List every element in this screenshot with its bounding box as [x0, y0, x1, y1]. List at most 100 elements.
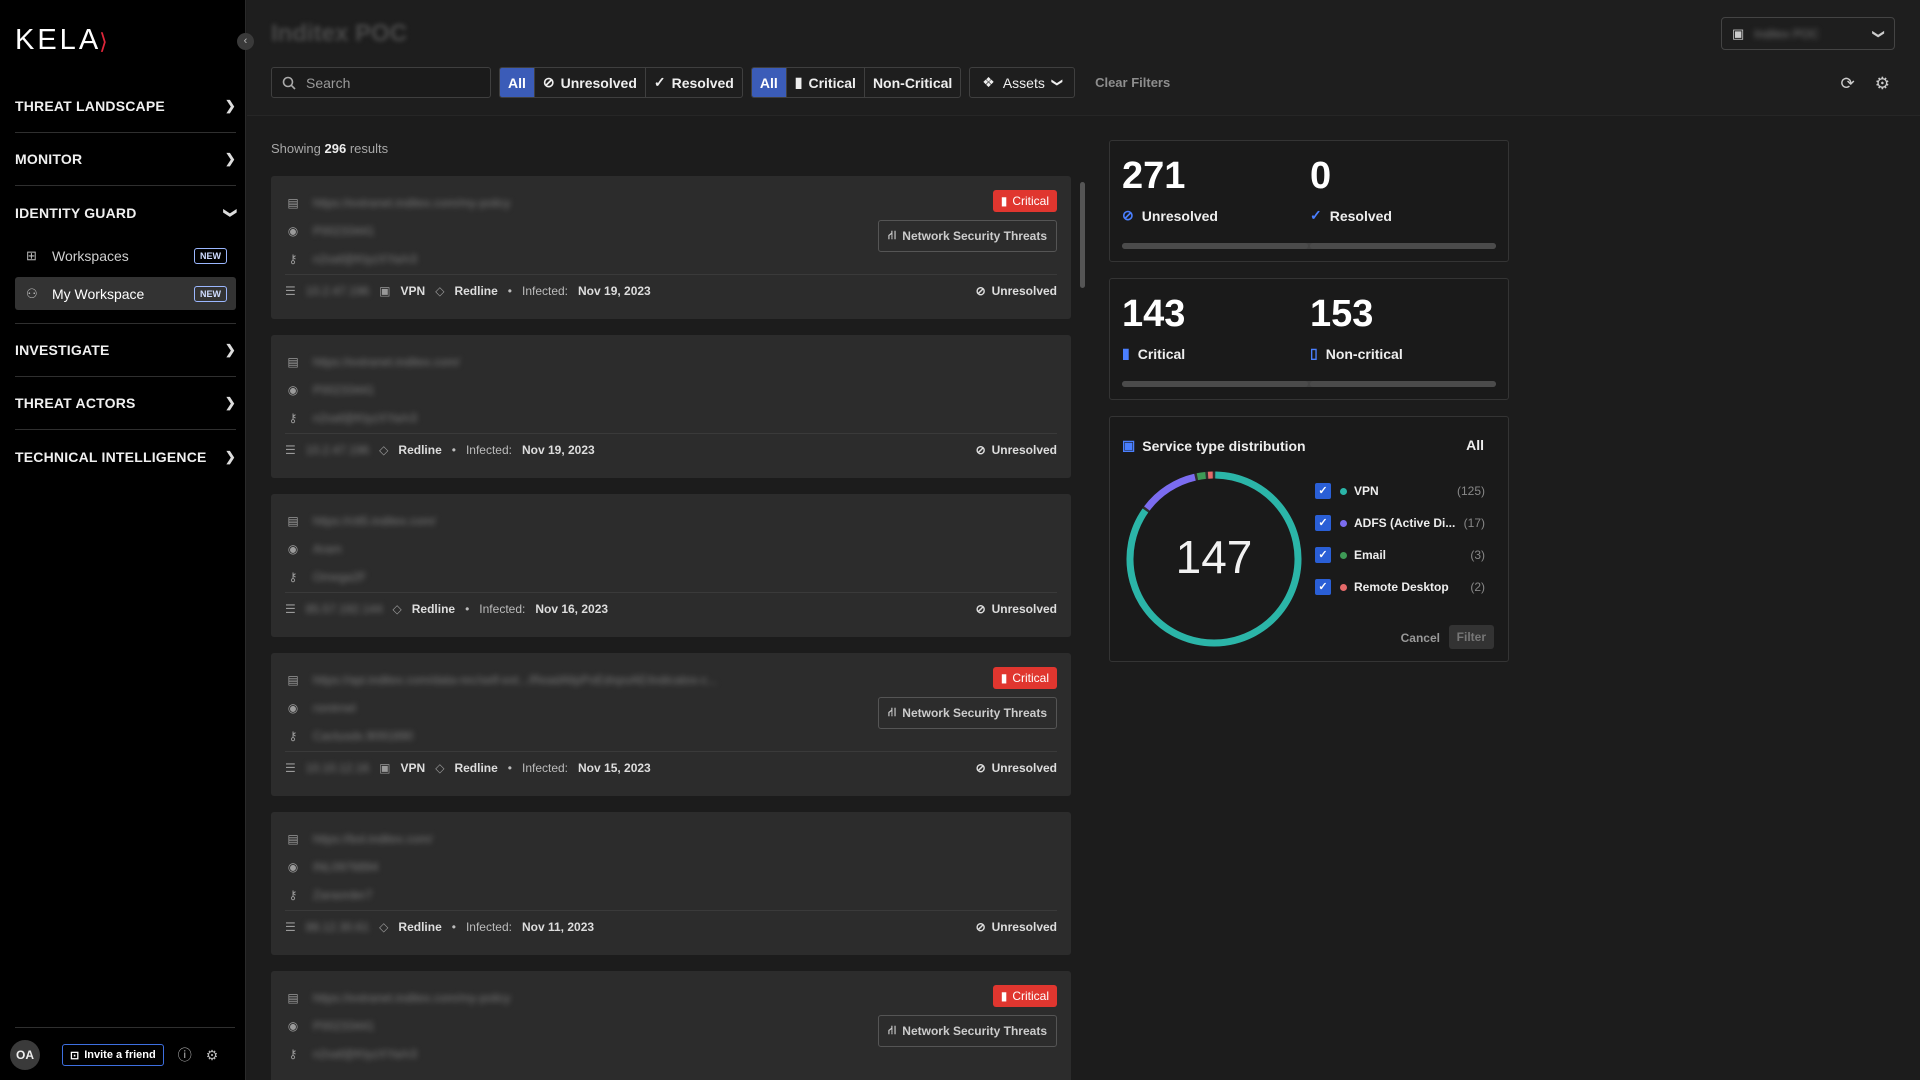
refresh-icon[interactable]: ⟳ — [1841, 74, 1855, 94]
workspace-select[interactable]: ▣ Inditex POC ❯ — [1721, 17, 1895, 50]
legend-item[interactable]: ✓ VPN (125) — [1315, 475, 1485, 507]
sidebar-nav: THREAT LANDSCAPE ❯ MONITOR ❯ IDENTITY GUAR… — [15, 80, 239, 483]
nav-identity-guard[interactable]: IDENTITY GUARD ❯ — [15, 186, 239, 239]
password-value: Cactusdx.9091890 — [313, 729, 414, 743]
search-field[interactable] — [271, 67, 491, 98]
leak-list: ▤ https://extranet.inditex.com/my-policy ◉… — [271, 176, 1071, 1080]
checkbox[interactable]: ✓ — [1315, 547, 1331, 563]
severity-noncritical-button[interactable]: Non-Critical — [865, 68, 960, 97]
legend-item[interactable]: ✓ ADFS (Active Di... (17) — [1315, 507, 1485, 539]
clear-filters-button[interactable]: Clear Filters — [1095, 75, 1170, 90]
threat-tag[interactable]: ⛙ Network Security Threats — [877, 1015, 1057, 1047]
url-row: ▤ https://api.inditex.com/data-rec/self-e… — [285, 666, 1057, 694]
donut-segment-1[interactable] — [1144, 473, 1196, 511]
nav-threat-actors[interactable]: THREAT ACTORS ❯ — [15, 377, 236, 430]
leak-card[interactable]: ▤ https://extranet.inditex.com/ ◉ P00233441… — [271, 335, 1071, 478]
severity-stats-panel: 143 ▮ Critical 153 ▯ Non-critical — [1109, 278, 1509, 400]
stealer-value: Redline — [398, 443, 442, 457]
service-all-toggle[interactable]: All — [1466, 437, 1484, 453]
leak-card[interactable]: ▤ https://bol.inditex.com/ ◉ INL0976894 ⚷ Zar… — [271, 812, 1071, 955]
invite-friend-button[interactable]: ⊡ Invite a friend — [62, 1044, 164, 1066]
status-unresolved-button[interactable]: ⊘ Unresolved — [535, 68, 646, 97]
chevron-right-icon: ❯ — [224, 342, 236, 357]
kela-logo[interactable]: KELA⟩ — [15, 24, 111, 57]
username-value: P00233441 — [313, 1019, 375, 1033]
new-badge: NEW — [194, 247, 227, 264]
status-label[interactable]: ⊘ Unresolved — [976, 602, 1057, 616]
stealer-value: Redline — [454, 761, 498, 775]
card-meta: ☰ 88.12.30.61 ◇ Redline • Infected: Nov 11, 20… — [285, 920, 1057, 934]
infected-label: Infected: — [479, 602, 526, 616]
url-row: ▤ https://extranet.inditex.com/my-policy — [285, 984, 1057, 1012]
status-all-button[interactable]: All — [500, 68, 535, 97]
user-icon: ◉ — [287, 542, 299, 556]
severity-all-button[interactable]: All — [751, 68, 787, 97]
status-resolved-button[interactable]: ✓ Resolved — [646, 68, 742, 97]
checkbox[interactable]: ✓ — [1315, 515, 1331, 531]
username-value: INL0976894 — [313, 860, 379, 874]
unresolved-icon: ⊘ — [975, 920, 986, 934]
key-icon: ⚷ — [288, 252, 298, 266]
divider — [285, 592, 1057, 593]
threat-tag[interactable]: ⛙ Network Security Threats — [877, 220, 1057, 252]
critical-stat[interactable]: 143 ▮ Critical — [1122, 293, 1185, 362]
status-label[interactable]: ⊘ Unresolved — [976, 920, 1057, 934]
username-value: P00233441 — [313, 224, 375, 238]
password-value: Omega2F — [313, 570, 367, 584]
chevron-down-icon: ❯ — [223, 206, 239, 219]
status-label[interactable]: ⊘ Unresolved — [976, 284, 1057, 298]
severity-filter: All ▮ Critical Non-Critical — [750, 67, 962, 98]
chevron-right-icon: ❯ — [224, 151, 236, 166]
status-label[interactable]: ⊘ Unresolved — [976, 443, 1057, 457]
password-row: ⚷ Omega2F — [285, 563, 1057, 591]
ip-value: 88.12.30.61 — [305, 920, 370, 934]
nav-monitor[interactable]: MONITOR ❯ — [15, 133, 236, 186]
critical-icon: ▮ — [1000, 671, 1008, 685]
checkbox[interactable]: ✓ — [1315, 483, 1331, 499]
search-input[interactable] — [306, 74, 466, 91]
page-title: Inditex POC — [271, 20, 408, 47]
assets-dropdown[interactable]: ❖ Assets ❯ — [969, 67, 1076, 98]
sidebar-item-workspaces[interactable]: ⊞ Workspaces NEW — [15, 239, 236, 272]
leak-card[interactable]: ▤ https://extranet.inditex.com/my-policy ◉… — [271, 971, 1071, 1080]
threat-tag[interactable]: ⛙ Network Security Threats — [877, 697, 1057, 729]
nav-threat-landscape[interactable]: THREAT LANDSCAPE ❯ — [15, 80, 236, 133]
gear-icon[interactable]: ⚙ — [206, 1047, 219, 1064]
unresolved-stat[interactable]: 271 ⊘ Unresolved — [1122, 155, 1218, 224]
avatar[interactable]: OA — [10, 1040, 40, 1070]
nav-investigate[interactable]: INVESTIGATE ❯ — [15, 324, 236, 377]
leak-card[interactable]: ▤ https://api.inditex.com/data-rec/self-e… — [271, 653, 1071, 796]
ip-value: 10.2.47.196 — [305, 443, 370, 457]
unresolved-icon: ⊘ — [542, 74, 555, 90]
legend-dot — [1340, 519, 1347, 527]
legend-count: (125) — [1456, 484, 1485, 498]
infected-date: Nov 11, 2023 — [521, 920, 595, 934]
legend-item[interactable]: ✓ Email (3) — [1315, 539, 1485, 571]
url-value: https://bol.inditex.com/ — [313, 832, 433, 846]
settings-icon[interactable]: ⚙ — [1875, 74, 1890, 94]
list-scrollbar[interactable] — [1080, 182, 1085, 288]
server-icon: ☰ — [285, 602, 296, 616]
chevron-down-icon: ❯ — [1050, 77, 1063, 88]
help-icon[interactable]: ⓘ — [178, 1045, 192, 1065]
filter-button[interactable]: Filter — [1448, 625, 1494, 649]
nav-technical-intelligence[interactable]: TECHNICAL INTELLIGENCE ❯ — [15, 430, 236, 483]
donut-segment-2[interactable] — [1196, 471, 1206, 481]
terminal-icon: ▣ — [379, 761, 391, 775]
severity-critical-button[interactable]: ▮ Critical — [787, 68, 865, 97]
checkbox[interactable]: ✓ — [1315, 579, 1331, 595]
noncritical-icon: ▯ — [1310, 345, 1318, 361]
resolved-stat[interactable]: 0 ✓ Resolved — [1310, 155, 1392, 224]
leak-card[interactable]: ▤ https://extranet.inditex.com/my-policy ◉… — [271, 176, 1071, 319]
leak-card[interactable]: ▤ https://ctt5.inditex.com/ ◉ Aram ⚷ Omega2F ☰… — [271, 494, 1071, 637]
status-label[interactable]: ⊘ Unresolved — [976, 761, 1057, 775]
noncritical-stat[interactable]: 153 ▯ Non-critical — [1310, 293, 1403, 362]
tag-icon: ◇ — [392, 602, 402, 616]
sidebar-item-my-workspace[interactable]: ⚇ My Workspace NEW — [15, 277, 236, 310]
legend-item[interactable]: ✓ Remote Desktop (2) — [1315, 571, 1485, 603]
collapse-sidebar-button[interactable]: ‹ — [237, 33, 254, 50]
chevron-right-icon: ❯ — [224, 448, 236, 464]
unresolved-icon: ⊘ — [975, 443, 986, 457]
user-icon: ◉ — [287, 224, 299, 238]
cancel-button[interactable]: Cancel — [1401, 631, 1440, 645]
